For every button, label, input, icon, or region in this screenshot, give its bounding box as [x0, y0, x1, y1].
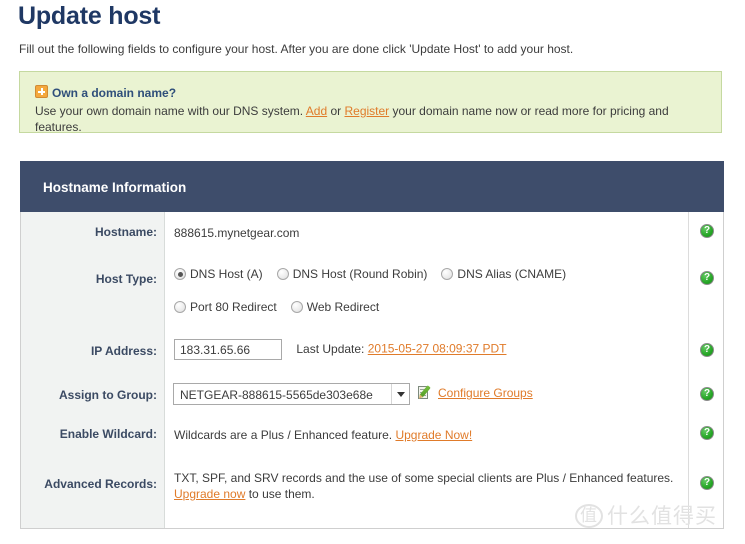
upgrade-now-link-advanced[interactable]: Upgrade now — [174, 487, 245, 501]
assign-group-value-wrap: NETGEAR-888615-5565de303e68e Configure G… — [173, 383, 533, 405]
help-icon-host-type[interactable]: ? — [700, 271, 714, 285]
assign-group-selected-value: NETGEAR-888615-5565de303e68e — [180, 388, 373, 402]
panel-header-title: Hostname Information — [43, 180, 187, 195]
radio-port-80-redirect[interactable] — [174, 301, 186, 313]
hostname-value: 888615.mynetgear.com — [174, 226, 300, 240]
plus-expand-icon[interactable] — [35, 85, 48, 98]
advanced-records-label: Advanced Records: — [44, 477, 157, 491]
advanced-records-value: TXT, SPF, and SRV records and the use of… — [174, 470, 694, 502]
radio-option-dns-host-round-robin[interactable]: DNS Host (Round Robin) — [276, 267, 428, 281]
own-domain-notice: Own a domain name? Use your own domain n… — [19, 71, 722, 135]
notice-body: Use your own domain name with our DNS sy… — [35, 103, 700, 135]
host-type-options-row2: Port 80 Redirect Web Redirect — [174, 299, 393, 315]
page-title: Update host — [18, 2, 161, 30]
radio-label-dns-host-round-robin: DNS Host (Round Robin) — [292, 267, 428, 281]
register-domain-link[interactable]: Register — [344, 104, 389, 118]
radio-label-port-80-redirect: Port 80 Redirect — [190, 300, 277, 314]
notice-text-or: or — [327, 104, 345, 118]
radio-option-port-80-redirect[interactable]: Port 80 Redirect — [174, 300, 277, 314]
advanced-records-text-1: TXT, SPF, and SRV records and the use of… — [174, 471, 674, 485]
radio-dns-host-a[interactable] — [174, 268, 186, 280]
page-subtitle: Fill out the following fields to configu… — [19, 42, 574, 56]
enable-wildcard-label: Enable Wildcard: — [59, 427, 157, 441]
radio-label-dns-host-a: DNS Host (A) — [190, 267, 263, 281]
radio-label-dns-alias-cname: DNS Alias (CNAME) — [457, 267, 567, 281]
chevron-down-icon[interactable] — [391, 384, 409, 404]
radio-label-web-redirect: Web Redirect — [306, 300, 380, 314]
last-update-label: Last Update: — [296, 341, 368, 356]
upgrade-now-link-wildcard[interactable]: Upgrade Now! — [395, 428, 472, 442]
notice-title-label: Own a domain name? — [52, 86, 177, 100]
host-type-options: DNS Host (A) DNS Host (Round Robin) DNS Al… — [174, 266, 580, 282]
add-domain-link[interactable]: Add — [306, 104, 327, 118]
ip-address-value-wrap: Last Update: 2015-05-27 08:09:37 PDT — [174, 339, 507, 360]
radio-option-dns-alias-cname[interactable]: DNS Alias (CNAME) — [441, 267, 566, 281]
radio-web-redirect[interactable] — [290, 301, 303, 313]
notice-title-row: Own a domain name? — [35, 85, 176, 100]
help-icon-ip-address[interactable]: ? — [700, 343, 714, 357]
enable-wildcard-value: Wildcards are a Plus / Enhanced feature.… — [174, 427, 472, 443]
advanced-records-text-2: to use them. — [245, 487, 315, 501]
ip-address-input[interactable] — [174, 339, 282, 360]
help-icon-hostname[interactable]: ? — [700, 224, 714, 238]
watermark: 值什么值得买 — [575, 500, 717, 530]
radio-dns-host-round-robin[interactable] — [276, 268, 289, 280]
assign-group-label: Assign to Group: — [59, 388, 157, 402]
watermark-text: 什么值得买 — [607, 504, 717, 528]
last-update-link[interactable]: 2015-05-27 08:09:37 PDT — [368, 342, 507, 356]
radio-option-web-redirect[interactable]: Web Redirect — [290, 300, 380, 314]
hostname-label: Hostname: — [94, 225, 157, 239]
configure-groups-icon[interactable] — [418, 385, 433, 400]
radio-dns-alias-cname[interactable] — [441, 268, 454, 280]
radio-option-dns-host-a[interactable]: DNS Host (A) — [174, 267, 263, 281]
configure-groups-link[interactable]: Configure Groups — [438, 386, 533, 400]
panel-header: Hostname Information — [20, 161, 724, 212]
help-icon-enable-wildcard[interactable]: ? — [700, 426, 714, 440]
help-icon-advanced-records[interactable]: ? — [700, 476, 714, 490]
help-icon-assign-group[interactable]: ? — [700, 387, 714, 401]
notice-text-1: Use your own domain name with our DNS sy… — [35, 104, 306, 118]
assign-group-select[interactable]: NETGEAR-888615-5565de303e68e — [173, 383, 410, 405]
host-type-label: Host Type: — [95, 272, 157, 286]
ip-address-label: IP Address: — [90, 344, 157, 358]
enable-wildcard-text: Wildcards are a Plus / Enhanced feature. — [174, 428, 396, 442]
watermark-mark: 值 — [575, 504, 603, 528]
